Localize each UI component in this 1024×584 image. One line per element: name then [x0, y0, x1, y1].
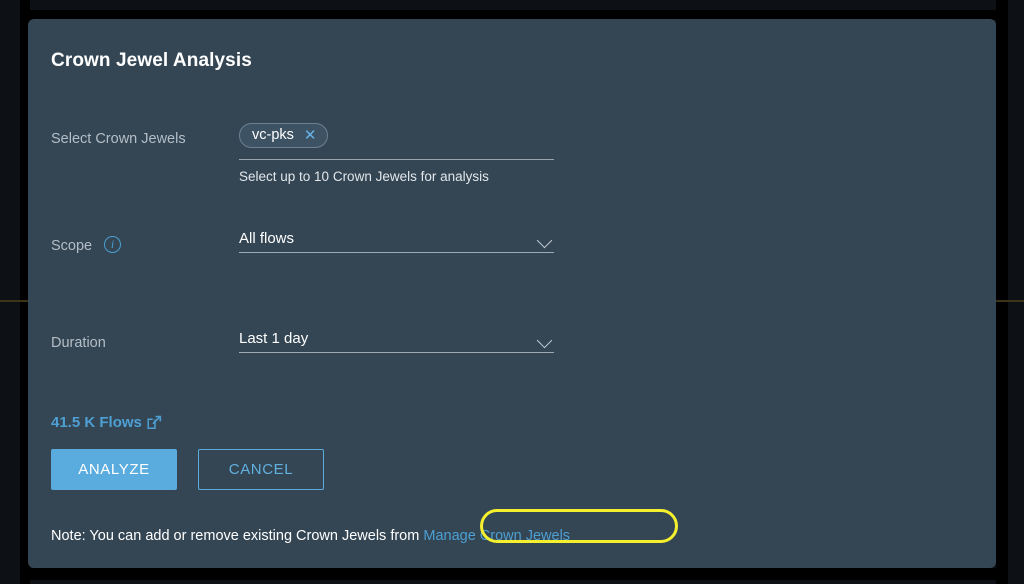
crown-jewels-helper-text: Select up to 10 Crown Jewels for analysi… — [239, 169, 489, 184]
info-icon[interactable]: i — [104, 236, 121, 253]
chevron-down-icon — [538, 335, 554, 344]
scope-select[interactable]: All flows — [239, 230, 554, 253]
select-crown-jewels-label: Select Crown Jewels — [51, 131, 186, 147]
chip-label: vc-pks — [252, 127, 294, 143]
duration-select[interactable]: Last 1 day — [239, 330, 554, 353]
scope-label: Scope — [51, 238, 93, 254]
backdrop-accent-line-right — [996, 300, 1024, 302]
duration-label: Duration — [51, 335, 106, 351]
external-link-icon — [147, 415, 161, 429]
crown-jewels-chip-input[interactable]: vc-pks ✕ — [239, 123, 554, 160]
backdrop-accent-line-left — [0, 300, 30, 302]
note-prefix: Note: You can add or remove existing Cro… — [51, 528, 424, 544]
note-text: Note: You can add or remove existing Cro… — [51, 528, 570, 544]
dialog-title: Crown Jewel Analysis — [51, 50, 252, 71]
crown-jewel-chip[interactable]: vc-pks ✕ — [239, 123, 329, 148]
backdrop-shadow-bottom — [20, 568, 1008, 580]
flows-count-link[interactable]: 41.5 K Flows — [51, 414, 162, 431]
analyze-button[interactable]: ANALYZE — [51, 449, 177, 490]
duration-selected-value: Last 1 day — [239, 330, 309, 347]
crown-jewels-field: vc-pks ✕ Select up to 10 Crown Jewels fo… — [239, 123, 554, 184]
scope-selected-value: All flows — [239, 230, 295, 247]
chevron-down-icon — [538, 235, 554, 244]
flows-count-label: 41.5 K Flows — [51, 414, 142, 431]
manage-crown-jewels-link[interactable]: Manage Crown Jewels — [423, 528, 570, 544]
backdrop-shadow-right — [996, 0, 1008, 584]
chip-remove-icon[interactable]: ✕ — [304, 128, 317, 143]
cancel-button[interactable]: CANCEL — [198, 449, 324, 490]
crown-jewel-analysis-dialog: Crown Jewel Analysis Select Crown Jewels… — [28, 19, 996, 568]
